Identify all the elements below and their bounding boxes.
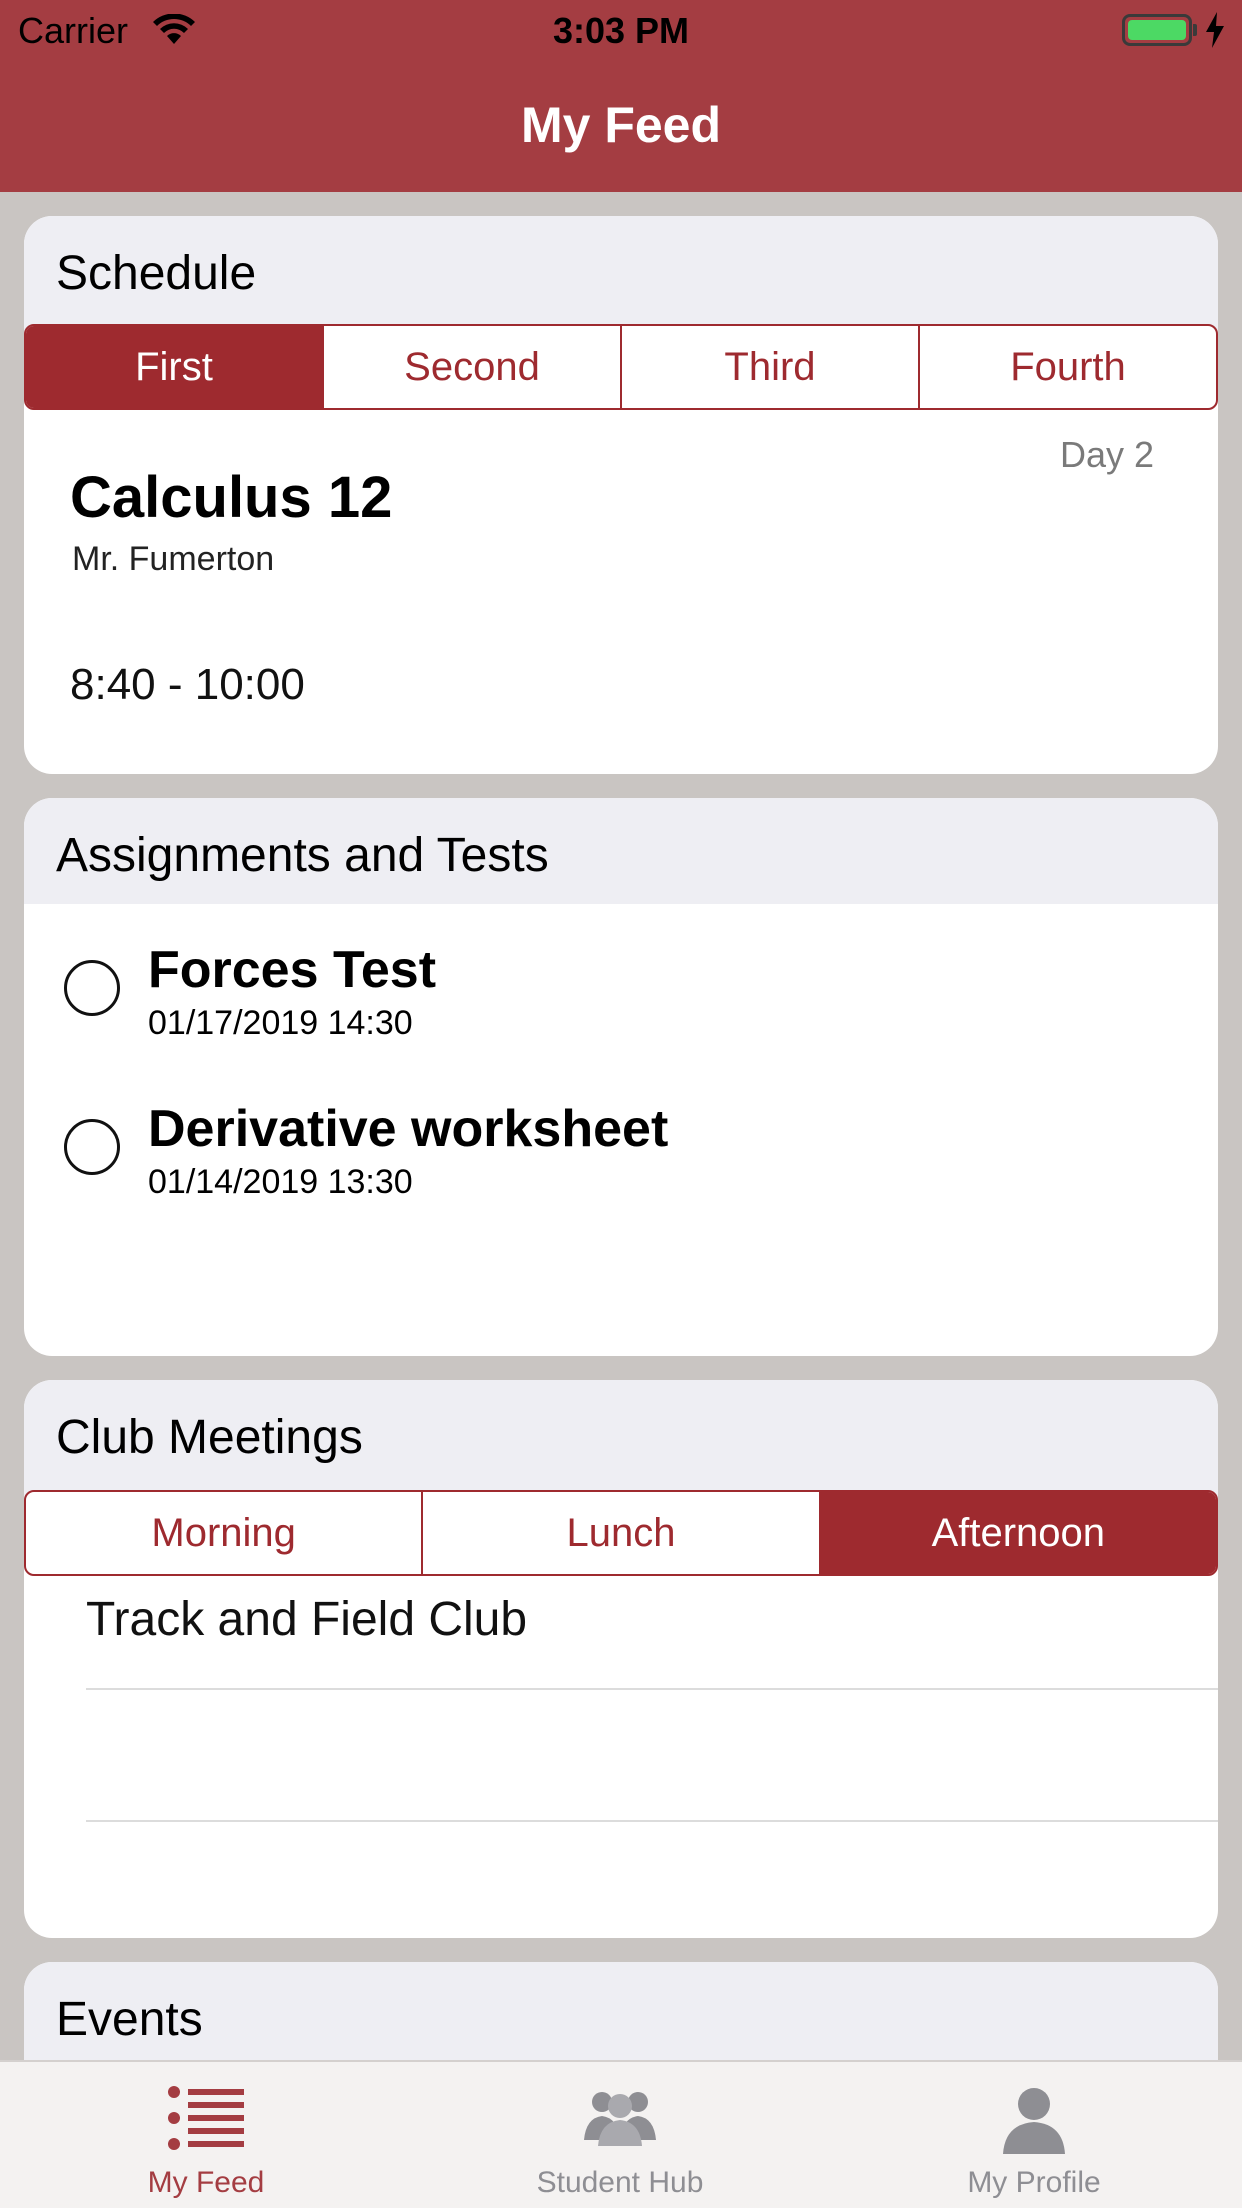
- checkbox-circle-icon[interactable]: [64, 1119, 120, 1175]
- person-icon: [999, 2084, 1069, 2159]
- assignment-item[interactable]: Derivative worksheet 01/14/2019 13:30: [24, 1099, 1218, 1239]
- group-icon: [580, 2084, 660, 2153]
- assignment-date: 01/14/2019 13:30: [148, 1163, 413, 1201]
- tab-label: My Feed: [147, 2166, 265, 2199]
- assignment-date: 01/17/2019 14:30: [148, 1004, 413, 1042]
- teacher-name: Mr. Fumerton: [72, 540, 275, 578]
- class-time: 8:40 - 10:00: [70, 660, 305, 709]
- tab-my-profile[interactable]: My Profile: [884, 2062, 1184, 2208]
- battery-icon: [1122, 14, 1192, 46]
- assignment-title: Derivative worksheet: [148, 1100, 669, 1158]
- assignment-item[interactable]: Forces Test 01/17/2019 14:30: [24, 940, 1218, 1080]
- assignments-title: Assignments and Tests: [56, 829, 549, 882]
- events-card-header: Events: [24, 1962, 1218, 2068]
- segment-second[interactable]: Second: [324, 326, 622, 408]
- clubs-title: Club Meetings: [56, 1411, 363, 1464]
- status-time: 3:03 PM: [552, 10, 690, 51]
- tab-student-hub[interactable]: Student Hub: [470, 2062, 770, 2208]
- assignments-card-header: Assignments and Tests: [24, 798, 1218, 904]
- day-label: Day 2: [1059, 434, 1154, 475]
- list-icon: [166, 2084, 246, 2157]
- schedule-card: Schedule First Second Third Fourth Day 2…: [24, 216, 1218, 774]
- schedule-title: Schedule: [56, 247, 257, 300]
- assignments-card: Assignments and Tests Forces Test 01/17/…: [24, 798, 1218, 1356]
- tab-my-feed[interactable]: My Feed: [56, 2062, 356, 2208]
- tab-label: My Profile: [967, 2166, 1101, 2199]
- club-list-item[interactable]: [86, 1690, 1218, 1822]
- page-title: My Feed: [520, 97, 722, 153]
- clubs-card: Club Meetings Morning Lunch Afternoon Tr…: [24, 1380, 1218, 1938]
- battery-cap: [1193, 24, 1197, 36]
- club-name: Track and Field Club: [86, 1593, 528, 1646]
- schedule-segmented-control: First Second Third Fourth: [24, 324, 1218, 410]
- assignment-title: Forces Test: [148, 941, 437, 999]
- segment-fourth[interactable]: Fourth: [920, 326, 1216, 408]
- club-list-item[interactable]: Track and Field Club: [86, 1558, 1218, 1690]
- status-bar: Carrier 3:03 PM: [0, 0, 1242, 62]
- navigation-bar: Carrier 3:03 PM My Feed: [0, 0, 1242, 192]
- charging-icon: [1204, 12, 1226, 53]
- segment-first[interactable]: First: [26, 326, 324, 408]
- tab-label: Student Hub: [536, 2166, 704, 2199]
- class-name: Calculus 12: [70, 465, 393, 530]
- clubs-card-header: Club Meetings Morning Lunch Afternoon: [24, 1380, 1218, 1576]
- events-title: Events: [56, 1993, 203, 2046]
- tab-bar: My Feed Student Hub My Profile: [0, 2060, 1242, 2208]
- checkbox-circle-icon[interactable]: [64, 960, 120, 1016]
- segment-third[interactable]: Third: [622, 326, 920, 408]
- schedule-card-header: Schedule First Second Third Fourth: [24, 216, 1218, 410]
